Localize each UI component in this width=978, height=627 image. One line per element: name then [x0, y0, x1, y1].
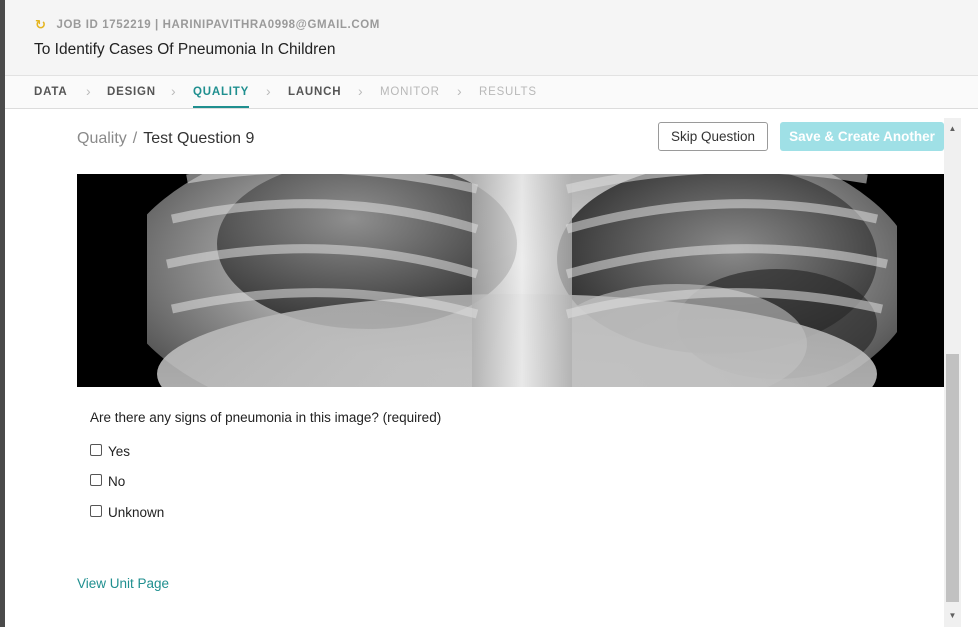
chevron-right-icon: ›	[86, 83, 91, 99]
scroll-down-arrow-icon[interactable]: ▼	[944, 607, 961, 623]
option-yes[interactable]: Yes	[90, 443, 131, 459]
tab-launch[interactable]: LAUNCH	[288, 76, 341, 108]
job-id-text: JOB ID 1752219 | HARINIPAVITHRA0998@GMAI…	[56, 19, 380, 31]
tab-data[interactable]: DATA	[34, 76, 67, 108]
tab-quality[interactable]: QUALITY	[193, 76, 250, 108]
save-create-another-button[interactable]: Save & Create Another	[780, 122, 944, 151]
scroll-up-arrow-icon[interactable]: ▲	[944, 120, 961, 136]
chevron-right-icon: ›	[171, 83, 176, 99]
job-title: To Identify Cases Of Pneumonia In Childr…	[34, 41, 336, 58]
chevron-right-icon: ›	[266, 83, 271, 99]
option-no[interactable]: No	[90, 473, 126, 489]
breadcrumb-separator: /	[132, 130, 138, 147]
tab-monitor[interactable]: MONITOR	[380, 76, 440, 108]
job-id-line: ↻ JOB ID 1752219 | HARINIPAVITHRA0998@GM…	[35, 17, 380, 33]
chest-xray-image	[77, 174, 944, 387]
breadcrumb-current: Test Question 9	[143, 130, 255, 147]
question-text: Are there any signs of pneumonia in this…	[90, 410, 442, 425]
job-header: ↻ JOB ID 1752219 | HARINIPAVITHRA0998@GM…	[5, 0, 978, 76]
vertical-scrollbar[interactable]: ▲ ▼	[944, 118, 961, 627]
view-unit-page-link[interactable]: View Unit Page	[77, 576, 169, 591]
option-label: No	[108, 474, 126, 489]
option-label: Yes	[108, 444, 131, 459]
tab-results[interactable]: RESULTS	[479, 76, 537, 108]
breadcrumb: Quality / Test Question 9	[77, 130, 254, 148]
option-label: Unknown	[108, 505, 165, 520]
unknown-checkbox[interactable]	[90, 504, 102, 517]
refresh-icon[interactable]: ↻	[35, 17, 47, 33]
chevron-right-icon: ›	[457, 83, 462, 99]
tab-design[interactable]: DESIGN	[107, 76, 156, 108]
skip-question-button[interactable]: Skip Question	[658, 122, 768, 151]
no-checkbox[interactable]	[90, 473, 102, 486]
option-unknown[interactable]: Unknown	[90, 504, 165, 520]
chevron-right-icon: ›	[358, 83, 363, 99]
workflow-tabs: DATA › DESIGN › QUALITY › LAUNCH › MONIT…	[5, 76, 978, 109]
scrollbar-thumb[interactable]	[946, 354, 959, 602]
yes-checkbox[interactable]	[90, 443, 102, 456]
breadcrumb-parent[interactable]: Quality	[77, 130, 127, 147]
